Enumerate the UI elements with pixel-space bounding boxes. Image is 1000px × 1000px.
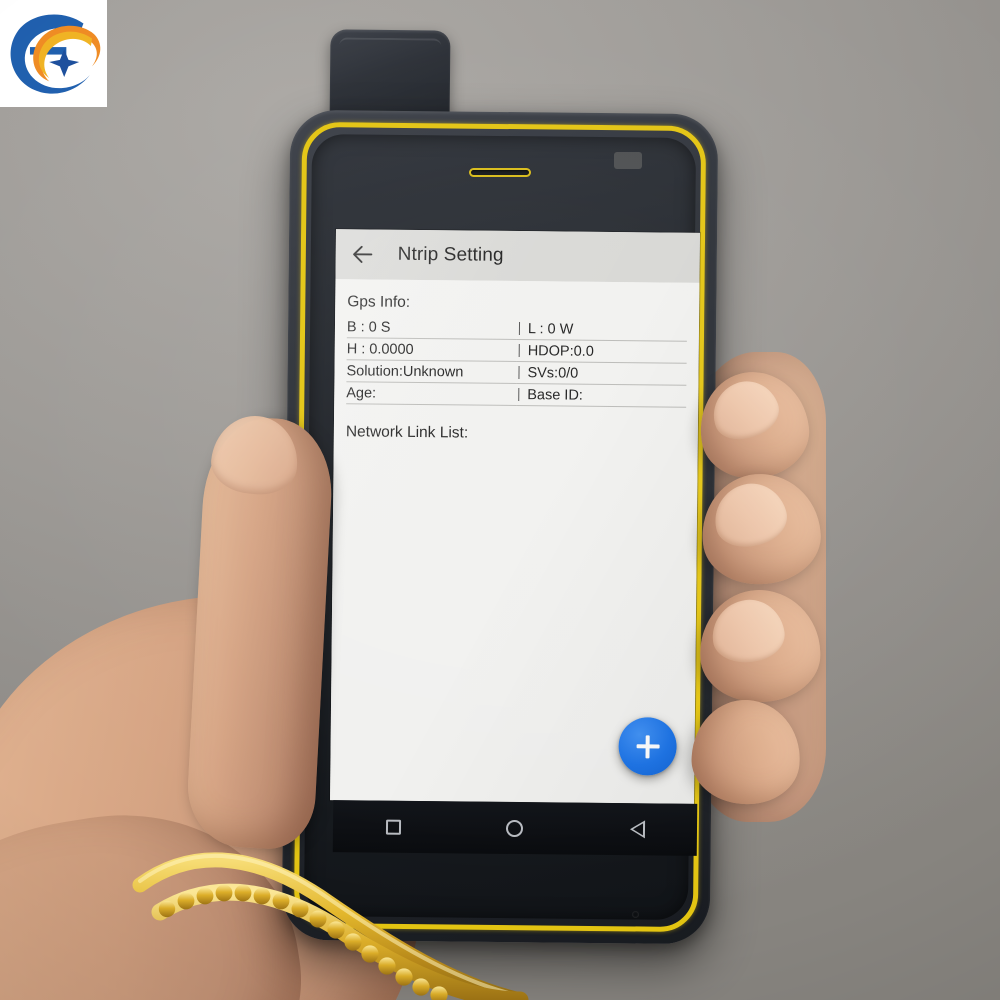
- photo-scene: Ntrip Setting Gps Info: B : 0 S L : 0 W …: [0, 0, 1000, 1000]
- little-finger: [689, 697, 803, 807]
- logo-svg: [10, 14, 101, 94]
- brand-logo-watermark: [0, 0, 107, 107]
- hand-foreground: [0, 0, 1000, 1000]
